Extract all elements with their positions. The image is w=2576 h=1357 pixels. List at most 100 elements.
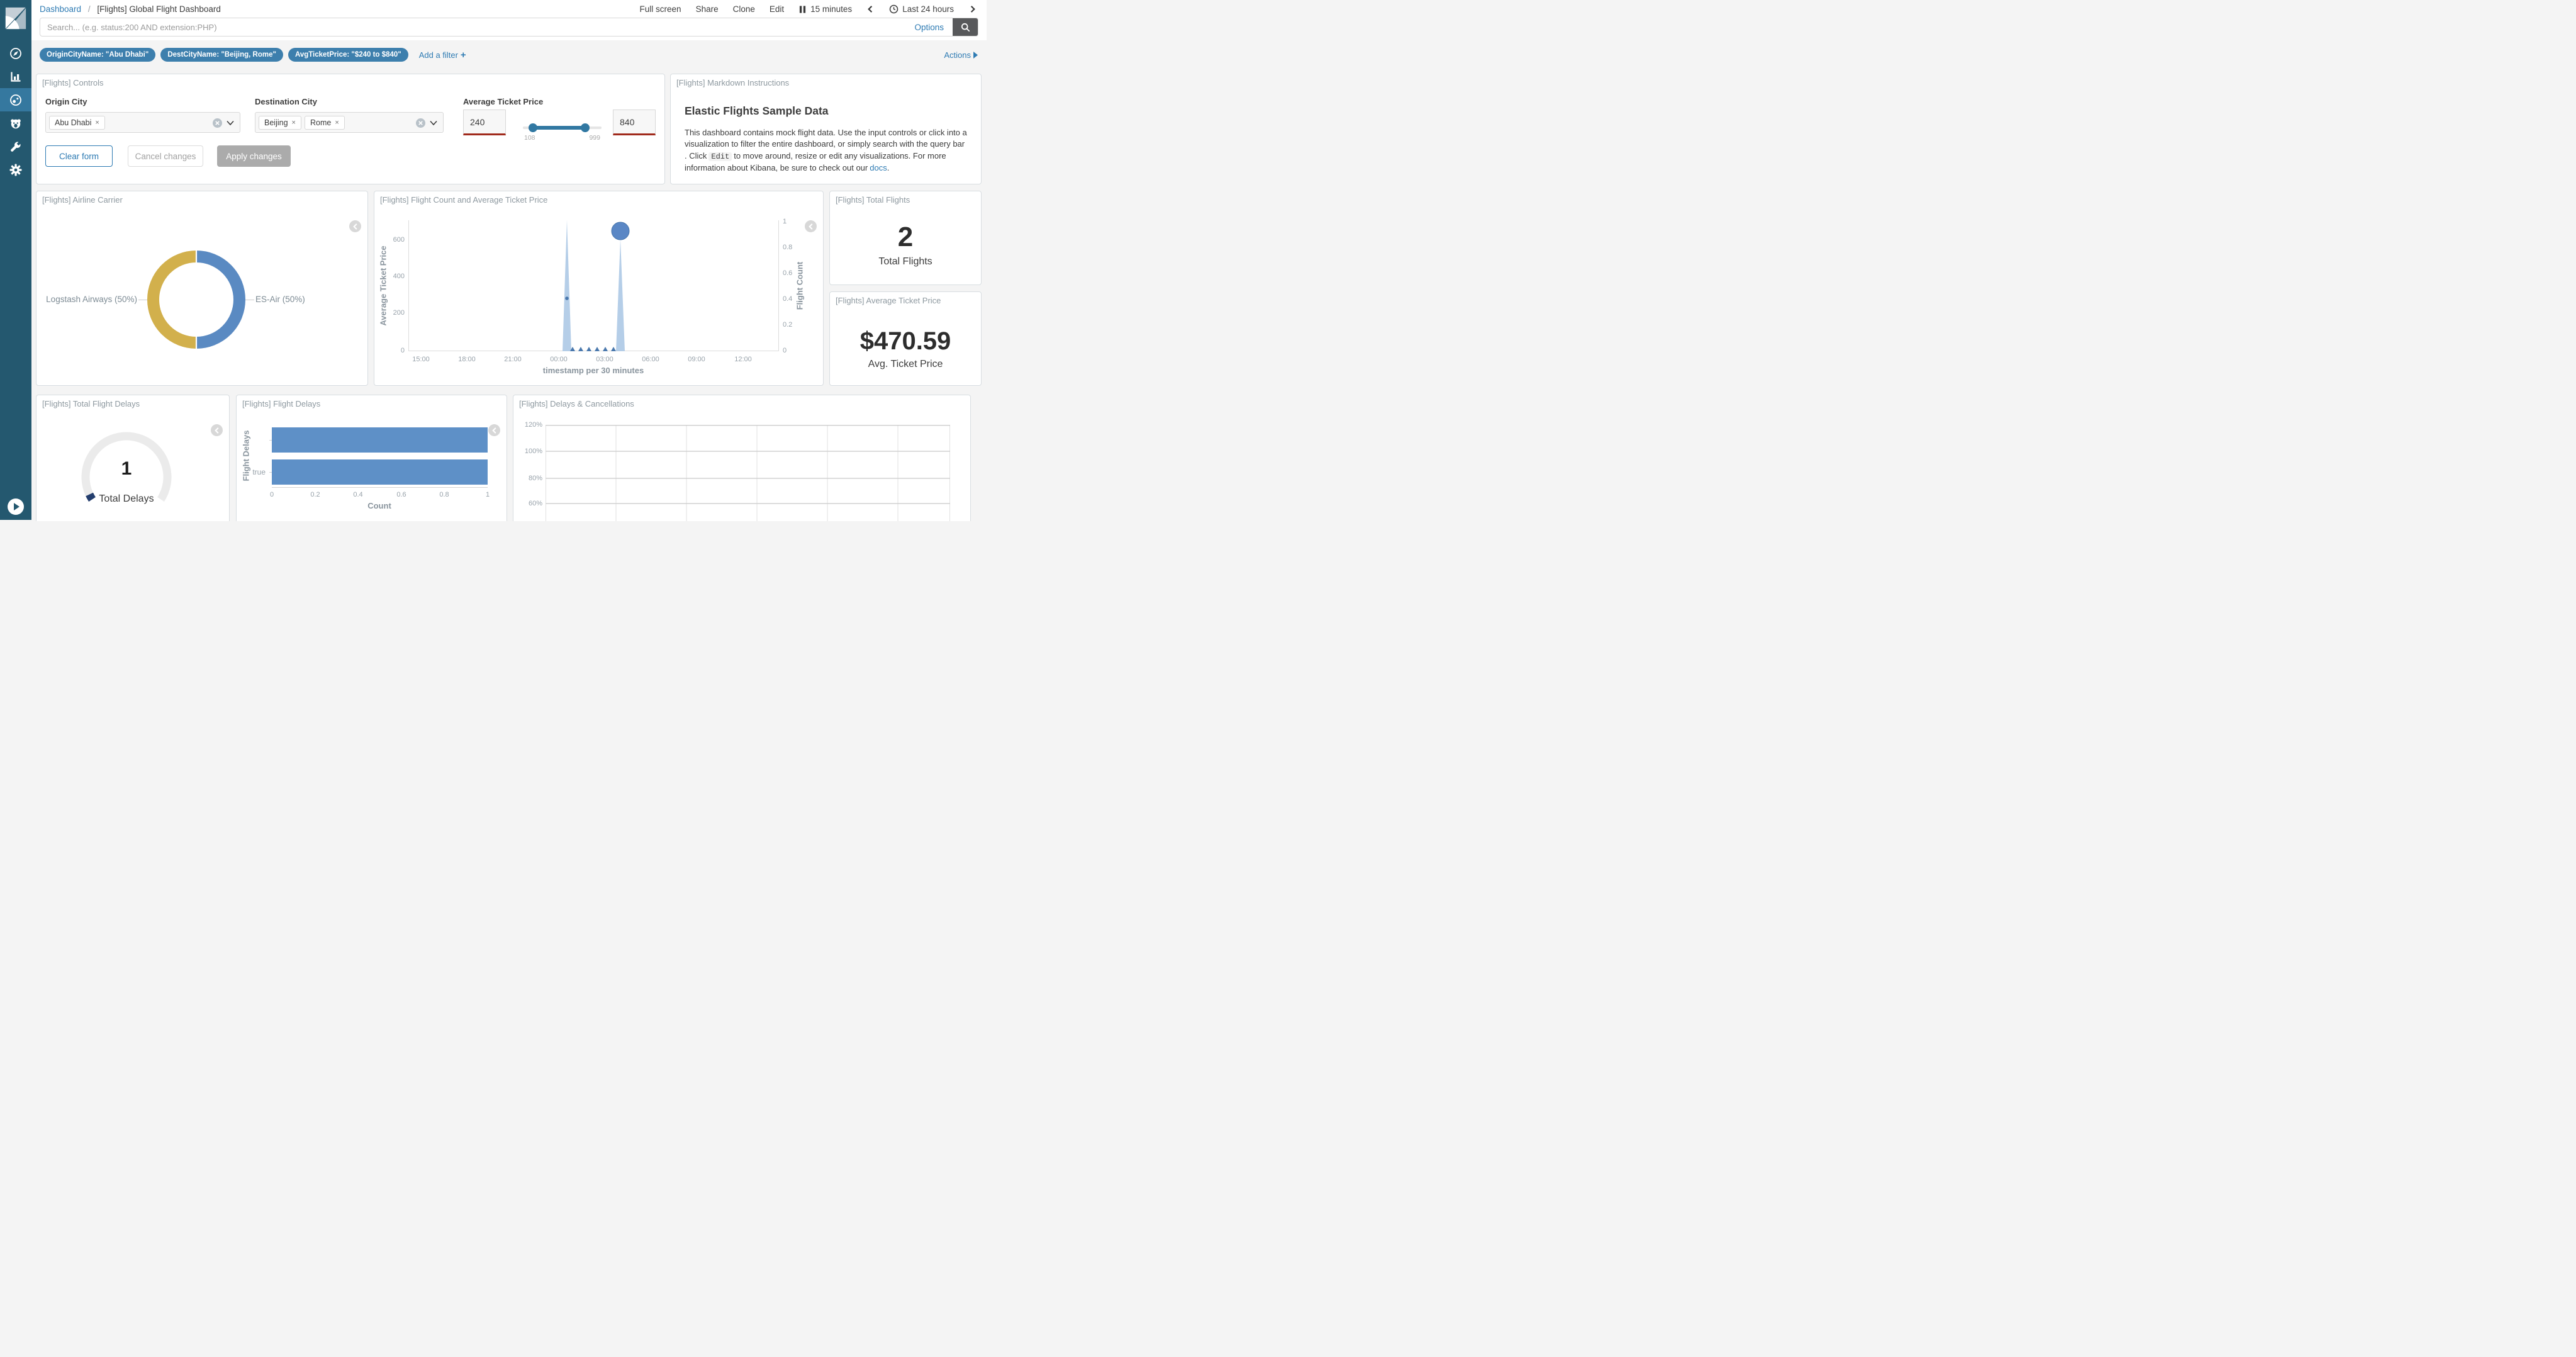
x-tick: 18:00 [458,356,476,363]
actions-label: Actions [944,50,971,60]
search-options-link[interactable]: Options [914,23,944,32]
sidebar-expand-button[interactable] [8,498,24,515]
clear-selection-icon[interactable] [213,118,222,128]
edit-button[interactable]: Edit [770,4,784,14]
search-box: Options [40,18,978,37]
axis-tick-mark [269,440,272,441]
panel-flight-count: [Flights] Flight Count and Average Ticke… [374,191,824,386]
donut-chart[interactable] [143,246,250,353]
x-tick: 00:00 [550,356,568,363]
destination-city-label: Destination City [255,97,317,106]
kibana-logo-icon[interactable] [4,6,28,30]
slider-handle-min[interactable] [529,123,537,132]
price-max-input[interactable] [613,110,656,135]
panel-title: [Flights] Average Ticket Price [836,296,941,305]
destination-city-combobox[interactable]: Beijing × Rome × [255,112,444,133]
total-flights-value: 2 [830,222,981,253]
cancel-changes-button[interactable]: Cancel changes [128,145,203,167]
slider-handle-max[interactable] [581,123,590,132]
y-tick: 80% [518,475,542,482]
legend-toggle-button[interactable] [488,424,500,436]
y-tick: 60% [518,500,542,507]
bar-category-true[interactable] [272,459,488,485]
full-screen-button[interactable]: Full screen [640,4,681,14]
breadcrumb-dashboard-link[interactable]: Dashboard [40,4,81,14]
category-tick-true: true [239,468,266,476]
panel-title: [Flights] Flight Delays [242,399,320,408]
slice-label-es-air[interactable]: ES-Air (50%) [255,295,305,304]
filter-pill-origin-city[interactable]: OriginCityName: "Abu Dhabi" [40,48,155,62]
filter-pill-dest-city[interactable]: DestCityName: "Beijing, Rome" [160,48,283,62]
play-icon [14,503,20,510]
clone-button[interactable]: Clone [733,4,755,14]
clear-selection-icon[interactable] [416,118,425,128]
x-tick: 21:00 [504,356,522,363]
area-chart-plot[interactable] [408,220,779,351]
filter-actions-button[interactable]: Actions [944,50,978,60]
y-tick: 120% [518,421,542,429]
search-button[interactable] [953,18,978,37]
legend-toggle-button[interactable] [805,220,817,232]
y-tick: 1 [783,218,787,225]
x-tick: 0 [270,491,274,498]
sidebar-item-discover[interactable] [0,42,31,65]
markdown-heading: Elastic Flights Sample Data [685,104,829,118]
page-title: [Flights] Global Flight Dashboard [97,4,221,14]
sidebar-item-visualize[interactable] [0,65,31,88]
wrench-icon [9,140,23,154]
sidebar-item-timelion[interactable] [0,111,31,135]
empty-area-chart-grid[interactable] [546,425,950,521]
main-area: Dashboard / [Flights] Global Flight Dash… [31,0,987,521]
remove-tag-icon[interactable]: × [335,119,339,127]
slider-min-label: 108 [524,134,535,142]
panel-title: [Flights] Flight Count and Average Ticke… [380,195,547,205]
top-bar: Dashboard / [Flights] Global Flight Dash… [31,0,987,16]
x-tick: 15:00 [412,356,430,363]
panel-flight-delays: [Flights] Flight Delays Flight Delays tr… [236,395,507,521]
breadcrumb: Dashboard / [Flights] Global Flight Dash… [40,4,221,14]
add-filter-button[interactable]: Add a filter + [419,50,466,60]
top-menu: Full screen Share Clone Edit 15 minutes [640,4,977,14]
pause-refresh-button[interactable]: 15 minutes [798,4,852,14]
chevron-down-icon[interactable] [227,120,234,126]
y-tick: 200 [386,309,405,317]
refresh-interval-label: 15 minutes [810,4,852,14]
sidebar-item-management[interactable] [0,158,31,181]
sidebar-item-dashboard[interactable] [0,88,31,111]
legend-toggle-button[interactable] [349,220,361,232]
x-axis-line [272,487,488,488]
remove-tag-icon[interactable]: × [292,119,296,127]
x-tick: 0.2 [310,491,320,498]
timelion-icon [9,116,23,130]
origin-city-tag: Abu Dhabi × [49,116,105,130]
y-tick: 0 [783,347,787,354]
apply-changes-button[interactable]: Apply changes [217,145,291,167]
filter-pill-avg-ticket-price[interactable]: AvgTicketPrice: "$240 to $840" [288,48,408,62]
remove-tag-icon[interactable]: × [95,119,99,127]
avg-ticket-price-label: Avg. Ticket Price [830,359,981,370]
bar-category-1[interactable] [272,427,488,453]
time-back-button[interactable] [866,4,875,14]
panel-title: [Flights] Markdown Instructions [676,78,789,87]
time-forward-button[interactable] [968,4,977,14]
x-axis-label: Count [367,501,391,510]
slice-label-logstash-airways[interactable]: Logstash Airways (50%) [36,295,137,304]
y-tick: 0 [386,347,405,354]
x-tick: 06:00 [642,356,659,363]
share-button[interactable]: Share [696,4,719,14]
panel-title: [Flights] Delays & Cancellations [519,399,634,408]
sidebar-item-dev-tools[interactable] [0,135,31,158]
x-tick: 0.6 [396,491,406,498]
panel-delays-cancellations: [Flights] Delays & Cancellations 120% 10… [513,395,971,521]
price-min-input[interactable] [463,110,506,135]
destination-city-tag: Rome × [305,116,345,130]
search-input[interactable] [40,23,914,32]
price-dot [565,296,569,300]
origin-city-combobox[interactable]: Abu Dhabi × [45,112,240,133]
zero-marker [611,347,616,351]
time-picker-button[interactable]: Last 24 hours [889,4,954,14]
docs-link[interactable]: docs [870,163,887,172]
clear-form-button[interactable]: Clear form [45,145,113,167]
legend-toggle-button[interactable] [211,424,223,436]
chevron-down-icon[interactable] [430,120,437,126]
